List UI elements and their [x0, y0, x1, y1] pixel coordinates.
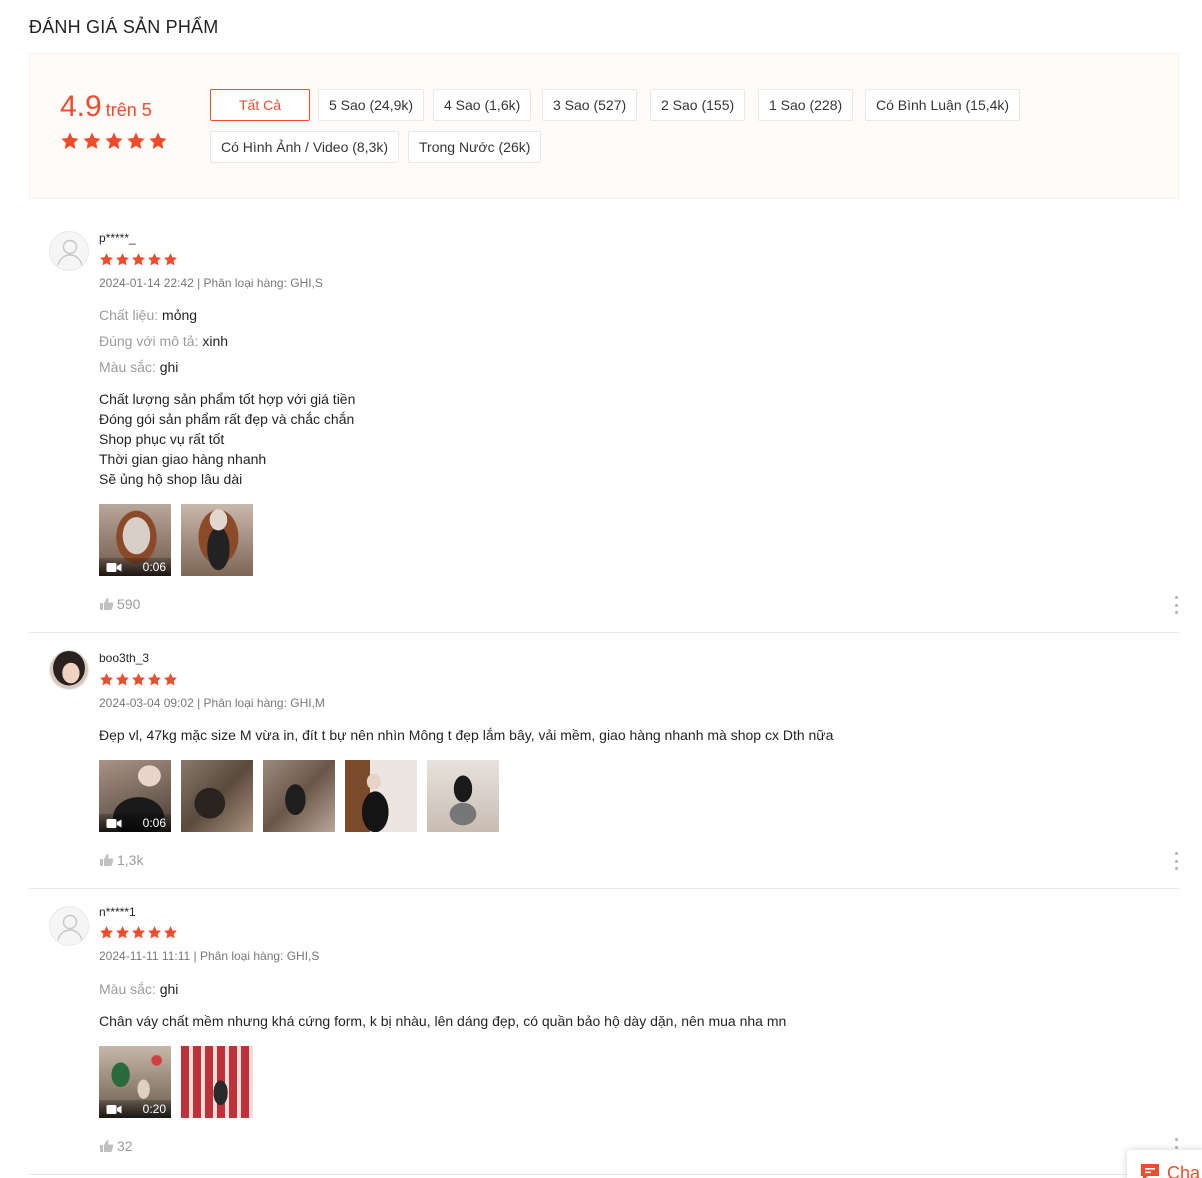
review-video-thumbnail[interactable]: 0:06 — [99, 504, 171, 576]
filter-2-star[interactable]: 2 Sao (155) — [650, 89, 746, 121]
review-video-thumbnail[interactable]: 0:20 — [99, 1046, 171, 1118]
thumbs-up-icon — [100, 1140, 114, 1152]
review-image-thumbnail[interactable] — [181, 760, 253, 832]
chat-label: Cha — [1167, 1163, 1201, 1178]
star-icon — [148, 926, 161, 939]
overall-stars — [60, 131, 170, 151]
review-attribute: Chất liệu: mỏng — [99, 307, 197, 323]
video-duration: 0:06 — [142, 816, 166, 830]
video-camera-icon — [106, 562, 122, 572]
video-duration: 0:20 — [142, 1102, 166, 1116]
attribute-key: Màu sắc: — [99, 981, 156, 997]
star-icon — [116, 253, 129, 266]
attribute-value: mỏng — [162, 307, 198, 323]
like-count: 32 — [117, 1138, 133, 1154]
filter-4-star[interactable]: 4 Sao (1,6k) — [433, 89, 532, 121]
star-icon — [116, 673, 129, 686]
review-media: 0:06 — [99, 760, 499, 832]
review-stars — [99, 252, 178, 267]
score-value: 4.9 — [60, 90, 102, 123]
attribute-value: ghi — [159, 359, 179, 375]
attribute-key: Đúng với mô tả: — [99, 333, 199, 349]
review-image-thumbnail[interactable] — [263, 760, 335, 832]
thumbs-up-icon — [100, 598, 114, 610]
attribute-value: xinh — [202, 333, 229, 349]
like-count: 590 — [117, 596, 141, 612]
attribute-value: ghi — [159, 981, 179, 997]
star-icon — [148, 673, 161, 686]
like-button[interactable]: 1,3k — [99, 852, 143, 868]
review-image-thumbnail[interactable] — [181, 504, 253, 576]
user-photo-avatar[interactable] — [49, 650, 89, 690]
video-camera-icon — [106, 1104, 122, 1114]
star-icon — [132, 926, 145, 939]
review-meta: 2024-11-11 11:11 | Phân loại hàng: GHI,S — [99, 949, 320, 963]
star-icon — [164, 253, 177, 266]
star-icon — [100, 926, 113, 939]
more-options-icon[interactable] — [1173, 852, 1179, 870]
score-suffix: trên 5 — [105, 100, 152, 120]
star-icon — [164, 926, 177, 939]
default-avatar-icon[interactable] — [49, 906, 89, 946]
review-stars — [99, 925, 178, 940]
filter-with-comment[interactable]: Có Bình Luận (15,4k) — [865, 89, 1021, 121]
default-avatar-icon[interactable] — [49, 231, 89, 271]
review-video-thumbnail[interactable]: 0:06 — [99, 760, 171, 832]
review-item: p*****_ 2024-01-14 22:42 | Phân loại hàn… — [29, 213, 1179, 633]
reviewer-name[interactable]: p*****_ — [99, 231, 136, 245]
rating-overview: 4.9 trên 5 Tất Cả 5 Sao (24,9k) 4 Sao (1,… — [29, 53, 1179, 199]
star-icon — [132, 673, 145, 686]
star-icon — [100, 673, 113, 686]
reviewer-name[interactable]: n*****1 — [99, 905, 136, 919]
review-meta: 2024-01-14 22:42 | Phân loại hàng: GHI,S — [99, 276, 323, 290]
review-media: 0:06 — [99, 504, 253, 576]
filter-all[interactable]: Tất Cả — [210, 89, 310, 121]
review-attribute: Màu sắc: ghi — [99, 981, 178, 997]
section-title: ĐÁNH GIÁ SẢN PHẨM — [29, 17, 219, 37]
review-media: 0:20 — [99, 1046, 253, 1118]
attribute-key: Chất liệu: — [99, 307, 159, 323]
filter-3-star[interactable]: 3 Sao (527) — [542, 89, 638, 121]
rating-score: 4.9 trên 5 — [60, 90, 170, 151]
star-icon — [132, 253, 145, 266]
video-duration: 0:06 — [142, 560, 166, 574]
star-icon — [100, 253, 113, 266]
review-text: Chân váy chất mềm nhưng khá cứng form, k… — [99, 1013, 787, 1029]
review-text: Chất lượng sản phẩm tốt hợp với giá tiền… — [99, 391, 356, 487]
chat-icon — [1141, 1164, 1159, 1178]
like-button[interactable]: 590 — [99, 596, 140, 612]
review-image-thumbnail[interactable] — [181, 1046, 253, 1118]
more-options-icon[interactable] — [1173, 596, 1179, 614]
attribute-key: Màu sắc: — [99, 359, 156, 375]
like-button[interactable]: 32 — [99, 1138, 133, 1154]
star-icon — [61, 132, 79, 149]
thumbs-up-icon — [100, 854, 114, 866]
filter-domestic[interactable]: Trong Nước (26k) — [408, 131, 542, 163]
chat-button[interactable]: Cha — [1127, 1150, 1202, 1178]
reviewer-name[interactable]: boo3th_3 — [99, 651, 149, 665]
filter-5-star[interactable]: 5 Sao (24,9k) — [318, 89, 425, 121]
star-icon — [105, 132, 123, 149]
review-image-thumbnail[interactable] — [427, 760, 499, 832]
star-icon — [116, 926, 129, 939]
like-count: 1,3k — [117, 852, 144, 868]
review-image-thumbnail[interactable] — [345, 760, 417, 832]
review-meta: 2024-03-04 09:02 | Phân loại hàng: GHI,M — [99, 696, 325, 710]
star-icon — [149, 132, 167, 149]
review-text: Đẹp vl, 47kg mặc size M vừa in, đít t bự… — [99, 727, 834, 743]
filter-1-star[interactable]: 1 Sao (228) — [758, 89, 854, 121]
video-camera-icon — [106, 818, 122, 828]
review-item: boo3th_3 2024-03-04 09:02 | Phân loại hà… — [29, 633, 1179, 889]
star-icon — [83, 132, 101, 149]
review-stars — [99, 672, 178, 687]
filter-with-media[interactable]: Có Hình Ảnh / Video (8,3k) — [210, 131, 400, 163]
star-icon — [127, 132, 145, 149]
star-icon — [148, 253, 161, 266]
review-attribute: Đúng với mô tả: xinh — [99, 333, 228, 349]
review-attribute: Màu sắc: ghi — [99, 359, 178, 375]
review-item: n*****1 2024-11-11 11:11 | Phân loại hàn… — [29, 889, 1179, 1175]
star-icon — [164, 673, 177, 686]
